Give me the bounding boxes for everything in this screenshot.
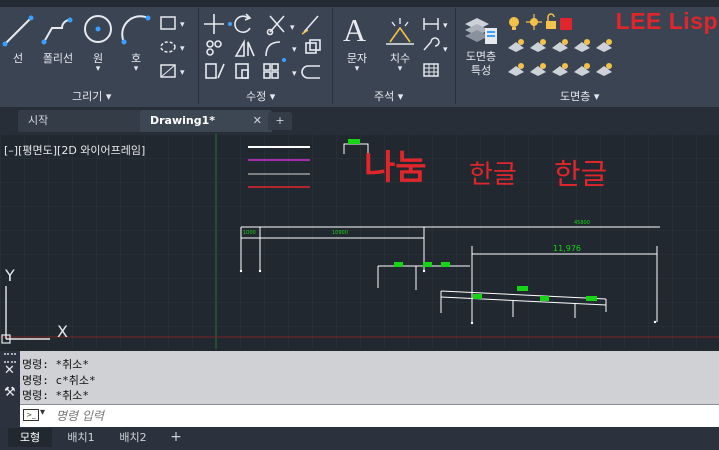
svg-text:▾: ▾ xyxy=(443,21,448,31)
svg-text:▾: ▾ xyxy=(180,68,185,78)
svg-text:▾: ▾ xyxy=(443,45,448,55)
drawing-text-nanum: 나눔 xyxy=(364,148,427,188)
command-history: 명령: *취소* 명령: c*취소* 명령: *취소* xyxy=(20,351,719,404)
svg-text:▾: ▾ xyxy=(290,23,295,33)
draw-panel-title[interactable]: 그리기 ▾ xyxy=(72,88,111,104)
lee-lisp-overlay-text: LEE Lisp xyxy=(615,8,718,34)
dim-text-1: 1000 xyxy=(243,230,256,236)
close-tab-icon[interactable]: ✕ xyxy=(253,110,262,132)
layer-properties-icon[interactable] xyxy=(463,12,499,48)
draw-small-tools-icon[interactable]: ▾ ▾ ▾ xyxy=(158,14,192,84)
svg-text:▾: ▾ xyxy=(292,69,297,79)
circle-icon[interactable] xyxy=(82,12,114,46)
viewport-label[interactable]: [–][평면도][2D 와이어프레임] xyxy=(4,142,145,158)
command-input[interactable] xyxy=(54,407,698,425)
command-prompt-icon[interactable]: >_ xyxy=(23,409,39,421)
customize-wrench-icon[interactable]: ⚒ xyxy=(4,385,16,400)
annotation-panel-title[interactable]: 주석 ▾ xyxy=(374,88,403,104)
layer-panel-title[interactable]: 도면층 ▾ xyxy=(560,88,599,104)
dim-text-4: 11,976 xyxy=(553,244,581,253)
command-line-side: ✕ ⚒ xyxy=(0,351,20,427)
dimension-icon[interactable] xyxy=(384,16,416,46)
grip-handle-icon[interactable] xyxy=(4,353,16,363)
arc-dropdown-icon[interactable]: ▾ xyxy=(126,64,146,74)
tab-layout1[interactable]: 배치1 xyxy=(58,428,104,447)
tab-drawing1[interactable]: Drawing1* ✕ xyxy=(140,110,272,132)
dim-text-3: 45800 xyxy=(574,220,590,226)
text-dropdown-icon[interactable]: ▾ xyxy=(350,64,364,74)
polyline-icon[interactable] xyxy=(40,14,76,48)
svg-text:▾: ▾ xyxy=(292,45,297,55)
menu-bar xyxy=(0,0,719,7)
ribbon: 선 폴리선 원 ▾ 호 ▾ ▾ ▾ ▾ 그리기 ▾ ▾ ▾ ▾ 수정 ▾ A 문… xyxy=(0,0,719,107)
modify-tools-icon[interactable]: ▾ ▾ ▾ xyxy=(204,12,330,84)
tab-layout2[interactable]: 배치2 xyxy=(110,428,156,447)
add-layout-button[interactable]: + xyxy=(166,428,186,447)
history-line: 명령: *취소* xyxy=(22,389,89,402)
history-line: 명령: c*취소* xyxy=(22,374,96,387)
ucs-y-label: Y xyxy=(5,266,15,285)
text-icon[interactable]: A xyxy=(343,12,366,49)
polyline-tool-label[interactable]: 폴리선 xyxy=(38,50,78,66)
svg-text:▾: ▾ xyxy=(180,20,185,30)
annotation-small-tools-icon[interactable]: ▾ ▾ xyxy=(421,14,453,82)
close-command-icon[interactable]: ✕ xyxy=(4,363,15,378)
panel-separator xyxy=(198,8,199,104)
layout-tab-bar xyxy=(0,427,719,450)
tab-model[interactable]: 모형 xyxy=(8,428,52,447)
history-line: 명령: *취소* xyxy=(22,358,89,371)
drawing-canvas[interactable]: [–][평면도][2D 와이어프레임] 나눔 한글 한글 1000 10900 … xyxy=(0,134,719,349)
modify-panel-title[interactable]: 수정 ▾ xyxy=(246,88,275,104)
circle-dropdown-icon[interactable]: ▾ xyxy=(88,64,108,74)
new-tab-button[interactable]: + xyxy=(268,112,292,130)
command-input-bar: >_ ▾ xyxy=(20,404,719,427)
dim-text-2: 10900 xyxy=(332,230,348,236)
tab-start[interactable]: 시작 xyxy=(18,110,146,132)
ucs-x-label: X xyxy=(57,322,68,341)
green-mark xyxy=(348,139,360,144)
svg-text:▾: ▾ xyxy=(180,44,185,54)
dimension-dropdown-icon[interactable]: ▾ xyxy=(393,64,407,74)
drawing-text-hangul-1: 한글 xyxy=(469,160,517,190)
command-dropdown-icon[interactable]: ▾ xyxy=(40,407,45,418)
line-icon[interactable] xyxy=(2,14,34,48)
panel-separator xyxy=(455,8,456,104)
grid xyxy=(0,134,719,349)
arc-icon[interactable] xyxy=(120,12,152,46)
panel-separator xyxy=(332,8,333,104)
drawing-text-hangul-2: 한글 xyxy=(554,157,608,191)
layer-properties-label[interactable]: 도면층 특성 xyxy=(458,50,504,78)
line-tool-label[interactable]: 선 xyxy=(6,50,30,66)
